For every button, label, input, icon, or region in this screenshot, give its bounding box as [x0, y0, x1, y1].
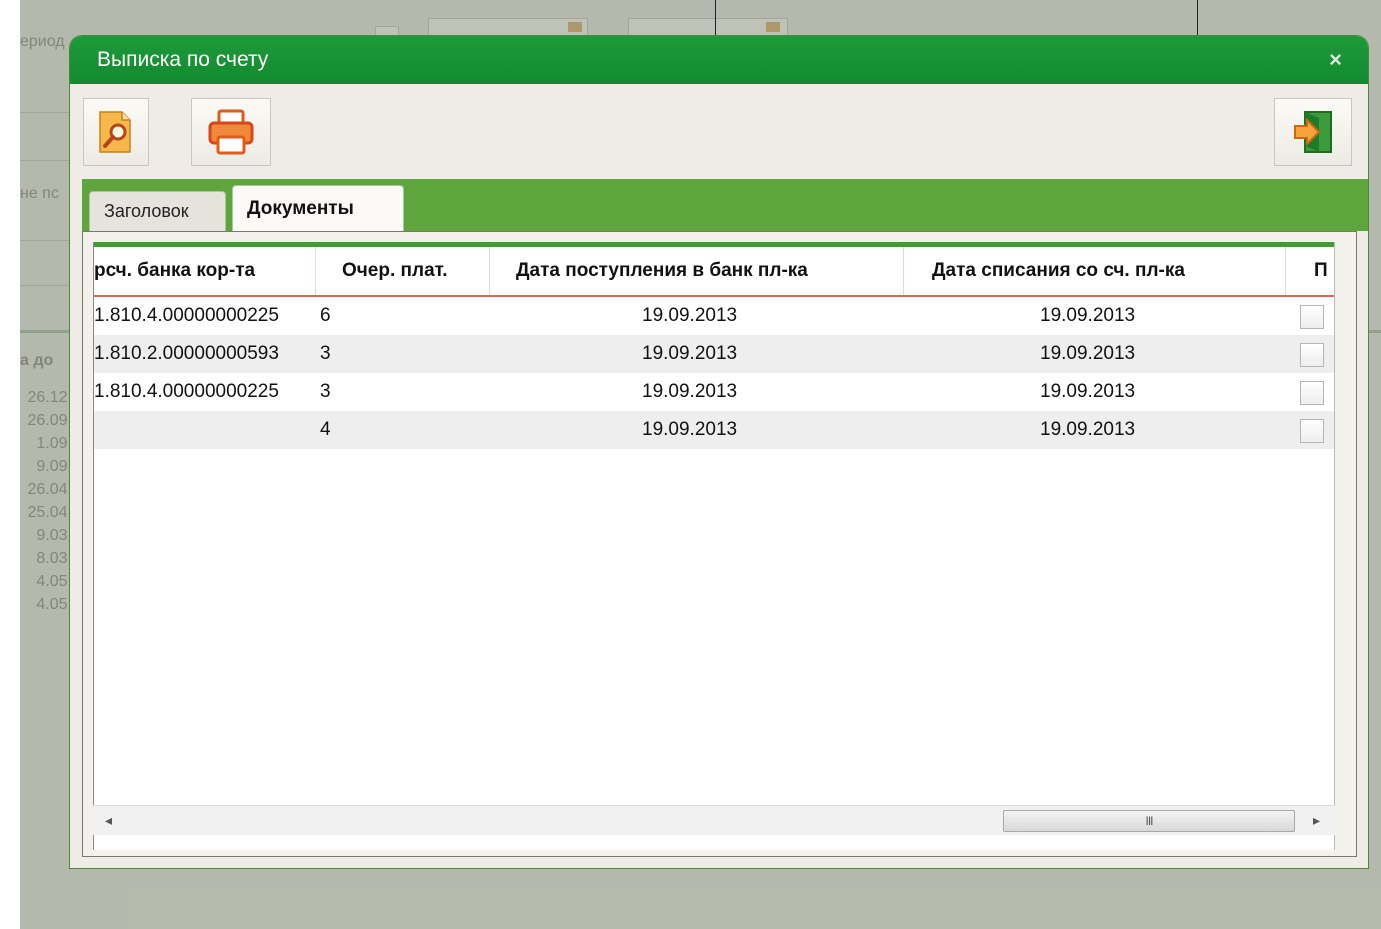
grip-icon: III	[1145, 814, 1153, 828]
account-cell: 1.810.4.00000000225	[94, 305, 279, 326]
received-date-cell: 19.09.2013	[642, 381, 738, 402]
row-checkbox[interactable]	[1300, 419, 1324, 443]
received-date-cell: 19.09.2013	[642, 305, 738, 326]
received-date-cell: 19.09.2013	[642, 343, 738, 364]
debited-date-cell: 19.09.2013	[1040, 305, 1136, 326]
debited-date-cell: 19.09.2013	[1040, 419, 1136, 440]
column-header[interactable]: Дата поступления в банк пл-ка	[490, 247, 904, 295]
statement-dialog: Выписка по счету × Заголовок Документы р…	[70, 36, 1368, 868]
exit-button[interactable]	[1274, 98, 1352, 166]
tab-strip: Заголовок Документы	[82, 179, 1368, 231]
table-row[interactable]: 1.810.4.00000000225 3 19.09.2013 19.09.2…	[94, 373, 1334, 411]
dialog-titlebar[interactable]: Выписка по счету ×	[70, 36, 1368, 84]
row-checkbox[interactable]	[1300, 343, 1324, 367]
dialog-title: Выписка по счету	[97, 48, 269, 71]
print-button[interactable]	[191, 98, 271, 166]
grid-header: рсч. банка кор-та Очер. плат. Дата посту…	[94, 247, 1334, 297]
search-button[interactable]	[83, 98, 149, 166]
received-date-cell: 19.09.2013	[642, 419, 738, 440]
scroll-thumb[interactable]: III	[1003, 810, 1295, 832]
table-row[interactable]: 4 19.09.2013 19.09.2013	[94, 411, 1334, 449]
table-row[interactable]: 1.810.4.00000000225 6 19.09.2013 19.09.2…	[94, 297, 1334, 335]
scroll-right-icon[interactable]: ▸	[1313, 812, 1320, 829]
priority-cell: 6	[320, 305, 331, 326]
tab-label: Документы	[247, 197, 354, 219]
close-button[interactable]: ×	[1329, 47, 1342, 73]
exit-icon	[1294, 111, 1332, 153]
table-row[interactable]: 1.810.2.00000000593 3 19.09.2013 19.09.2…	[94, 335, 1334, 373]
row-checkbox[interactable]	[1300, 305, 1324, 329]
account-cell: 1.810.2.00000000593	[94, 343, 279, 364]
debited-date-cell: 19.09.2013	[1040, 343, 1136, 364]
account-cell: 1.810.4.00000000225	[94, 381, 279, 402]
tab-header[interactable]: Заголовок	[89, 191, 226, 231]
debited-date-cell: 19.09.2013	[1040, 381, 1136, 402]
column-header[interactable]: Дата списания со сч. пл-ка	[904, 247, 1286, 295]
column-header[interactable]: рсч. банка кор-та	[94, 247, 316, 295]
priority-cell: 3	[320, 381, 331, 402]
column-header[interactable]: Очер. плат.	[316, 247, 490, 295]
priority-cell: 4	[320, 419, 331, 440]
toolbar	[70, 84, 1368, 178]
tab-label: Заголовок	[104, 201, 189, 221]
column-header[interactable]: П	[1286, 247, 1334, 295]
scroll-left-icon[interactable]: ◂	[105, 812, 112, 829]
documents-grid: рсч. банка кор-та Очер. плат. Дата посту…	[93, 242, 1335, 850]
priority-cell: 3	[320, 343, 331, 364]
print-icon	[208, 109, 254, 155]
row-checkbox[interactable]	[1300, 381, 1324, 405]
horizontal-scrollbar[interactable]: ◂ III ▸	[93, 805, 1335, 835]
documents-panel: рсч. банка кор-та Очер. плат. Дата посту…	[82, 231, 1357, 857]
tab-documents[interactable]: Документы	[232, 185, 404, 231]
search-icon	[99, 111, 131, 153]
